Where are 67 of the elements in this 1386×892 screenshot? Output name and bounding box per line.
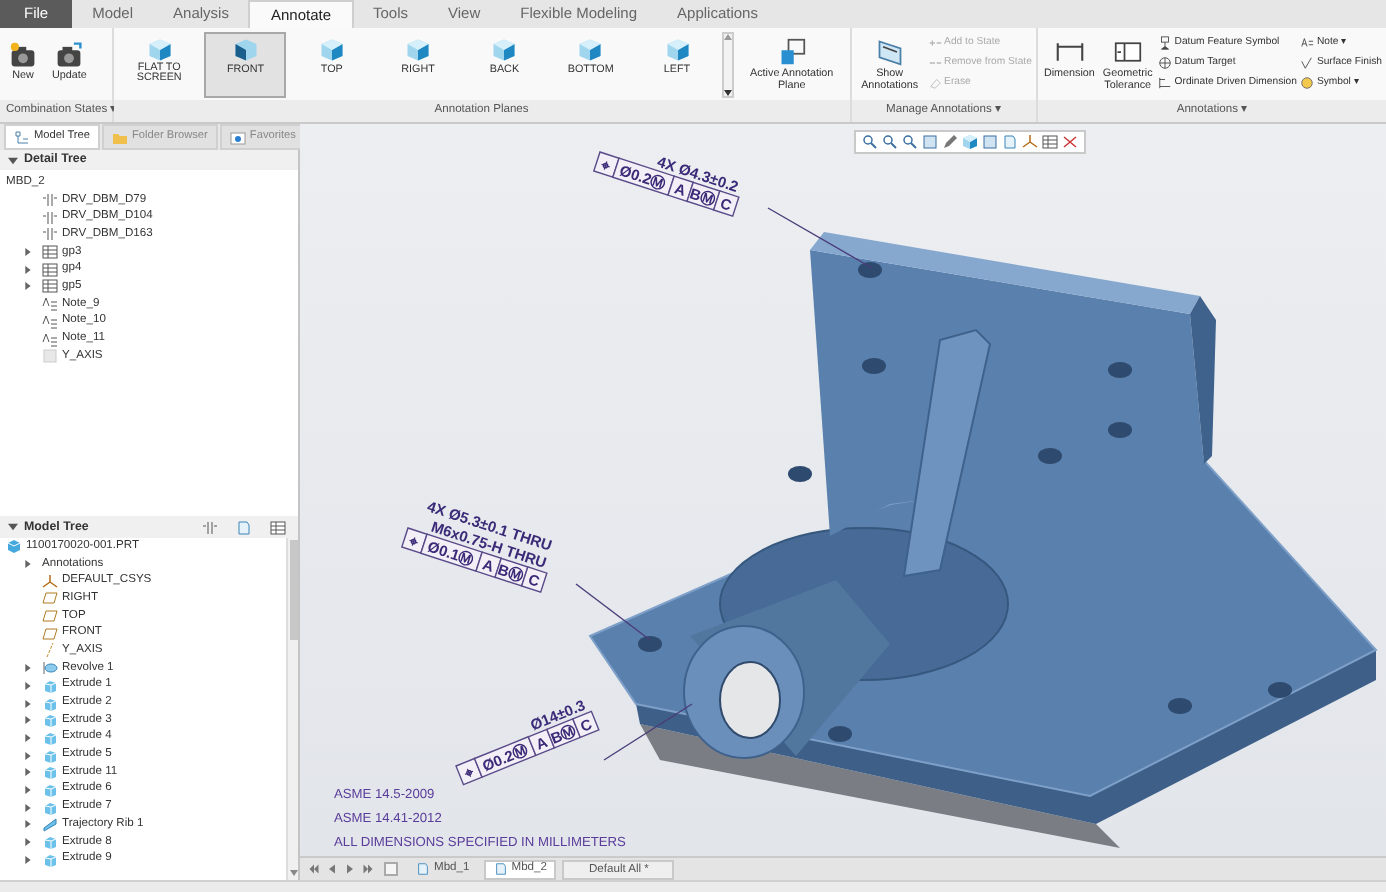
expand-arrow-icon[interactable]	[24, 699, 32, 708]
expand-arrow-icon[interactable]	[24, 664, 32, 673]
pencil-icon[interactable]	[942, 134, 958, 150]
expand-arrow-icon[interactable]	[24, 560, 32, 569]
zoom-fit-icon[interactable]	[862, 134, 878, 150]
scroll-up-icon[interactable]	[724, 34, 733, 40]
axis-icon	[42, 642, 58, 659]
note-icon	[1300, 36, 1315, 50]
expand-arrow-icon[interactable]	[24, 733, 32, 742]
update-camera-icon	[56, 42, 83, 68]
coordinate-system-icon	[42, 573, 58, 590]
cube-icon	[492, 38, 517, 62]
surface-finish-icon	[1300, 56, 1315, 70]
rib-icon	[42, 816, 58, 833]
dimension-icon	[1055, 38, 1084, 66]
expand-arrow-icon[interactable]	[24, 855, 32, 864]
expand-arrow-icon[interactable]	[24, 785, 32, 794]
expand-arrow-icon[interactable]	[24, 768, 32, 777]
collapse-arrow-icon[interactable]	[8, 155, 18, 165]
expand-arrow-icon[interactable]	[24, 248, 32, 257]
expand-arrow-icon[interactable]	[24, 820, 32, 829]
expand-arrow-icon[interactable]	[24, 681, 32, 690]
sheet-icon	[416, 862, 430, 876]
expand-arrow-icon[interactable]	[24, 716, 32, 725]
next-icon[interactable]	[344, 864, 356, 874]
tree-icon	[14, 129, 30, 145]
part-icon	[6, 538, 22, 555]
symbol-icon	[1300, 76, 1315, 90]
new-camera-icon	[10, 42, 36, 68]
last-icon[interactable]	[362, 864, 374, 874]
cube-icon	[319, 38, 344, 62]
cube-icon	[665, 38, 690, 62]
expand-arrow-icon[interactable]	[24, 751, 32, 760]
cube-icon	[578, 38, 603, 62]
favorites-icon	[229, 129, 246, 145]
plane-icon	[777, 38, 806, 66]
leader-line	[575, 583, 651, 641]
leader-line	[767, 207, 873, 269]
ordinate-icon	[1158, 76, 1173, 90]
expand-arrow-icon[interactable]	[24, 803, 32, 812]
datum-flag-icon	[1158, 36, 1173, 50]
folder-icon	[111, 129, 128, 145]
zoom-in-icon[interactable]	[882, 134, 898, 150]
zoom-out-icon[interactable]	[902, 134, 918, 150]
first-icon[interactable]	[308, 864, 320, 874]
axis-icon	[42, 348, 58, 365]
eraser-icon	[928, 76, 943, 90]
scrollbar[interactable]	[286, 538, 298, 880]
gallery-scroller[interactable]	[722, 32, 735, 98]
target-icon	[1158, 56, 1173, 70]
leader-line	[603, 703, 693, 761]
cube-icon[interactable]	[962, 134, 978, 150]
scissors-icon[interactable]	[1062, 134, 1078, 150]
tolerance-frame-icon	[1113, 38, 1142, 66]
sheet-icon	[493, 862, 508, 876]
expand-arrow-icon[interactable]	[24, 282, 32, 291]
cube-icon	[233, 38, 258, 62]
scroll-down-icon[interactable]	[724, 90, 733, 96]
expand-arrow-icon[interactable]	[24, 265, 32, 274]
previous-icon[interactable]	[326, 864, 338, 874]
cube-icon	[406, 38, 431, 62]
revolve-icon	[42, 660, 58, 677]
cube-icon	[147, 38, 172, 62]
annotations-icon	[875, 38, 904, 66]
collapse-arrow-icon[interactable]	[8, 522, 18, 532]
plus-icon	[928, 36, 943, 50]
expand-arrow-icon[interactable]	[24, 838, 32, 847]
